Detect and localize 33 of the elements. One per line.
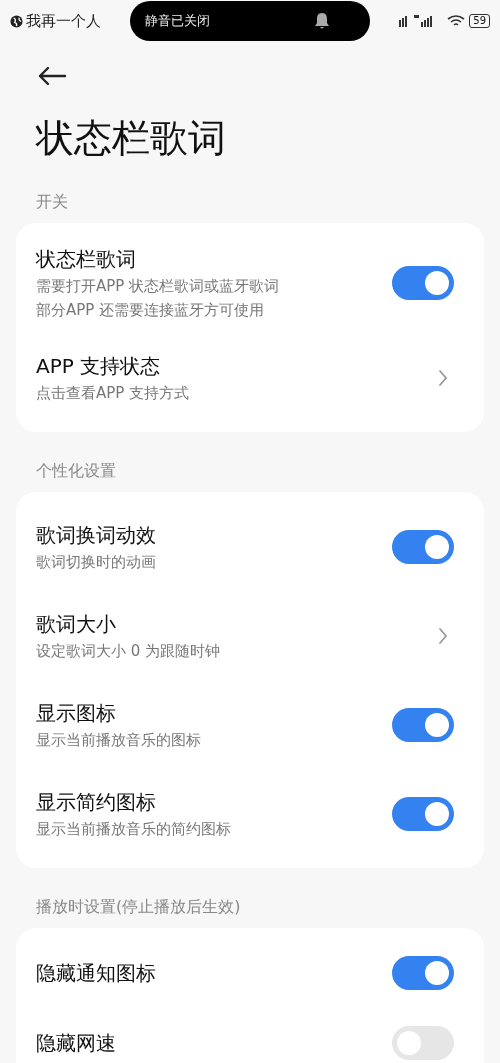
- setting-title: 隐藏网速: [36, 1030, 117, 1057]
- toggle-switch[interactable]: [392, 266, 454, 300]
- setting-title: 状态栏歌词: [36, 246, 137, 273]
- section-header: 个性化设置: [36, 462, 117, 480]
- setting-description: 歌词切换时的动画: [36, 551, 157, 573]
- toggle-switch[interactable]: [392, 707, 454, 742]
- setting-title: 隐藏通知图标: [36, 960, 157, 987]
- page-title: 状态栏歌词: [36, 115, 227, 162]
- setting-title: 歌词大小: [36, 610, 117, 638]
- setting-title: 歌词换词动效: [36, 521, 157, 549]
- song-title: 我再一个人: [26, 11, 101, 31]
- setting-title: APP 支持状态: [36, 352, 162, 380]
- wifi-icon: [447, 14, 466, 28]
- notice-text: 静音已关闭: [145, 12, 210, 30]
- toggle-switch[interactable]: [392, 796, 454, 831]
- battery-indicator: 59: [469, 14, 490, 28]
- setting-description: 显示当前播放音乐的图标: [36, 729, 202, 751]
- setting-description: 需要打开APP 状态栏歌词或蓝牙歌词: [36, 276, 281, 297]
- section-header: 开关: [36, 193, 69, 211]
- chevron-icon[interactable]: [438, 626, 448, 645]
- setting-description: 设定歌词大小 0 为跟随时钟: [36, 640, 222, 662]
- toggle-switch[interactable]: [392, 529, 454, 564]
- setting-description: 显示当前播放音乐的简约图标: [36, 818, 232, 840]
- setting-title: 显示简约图标: [36, 788, 157, 816]
- bell-icon: [314, 12, 330, 30]
- toggle-switch[interactable]: [392, 1026, 454, 1060]
- setting-description: 部分APP 还需要连接蓝牙方可使用: [36, 300, 266, 321]
- section-header: 播放时设置(停止播放后生效): [36, 898, 242, 916]
- globe-icon: [10, 14, 23, 28]
- toggle-switch[interactable]: [392, 956, 454, 990]
- setting-title: 显示图标: [36, 699, 117, 727]
- setting-description: 点击查看APP 支持方式: [36, 382, 191, 404]
- chevron-icon[interactable]: [438, 368, 448, 387]
